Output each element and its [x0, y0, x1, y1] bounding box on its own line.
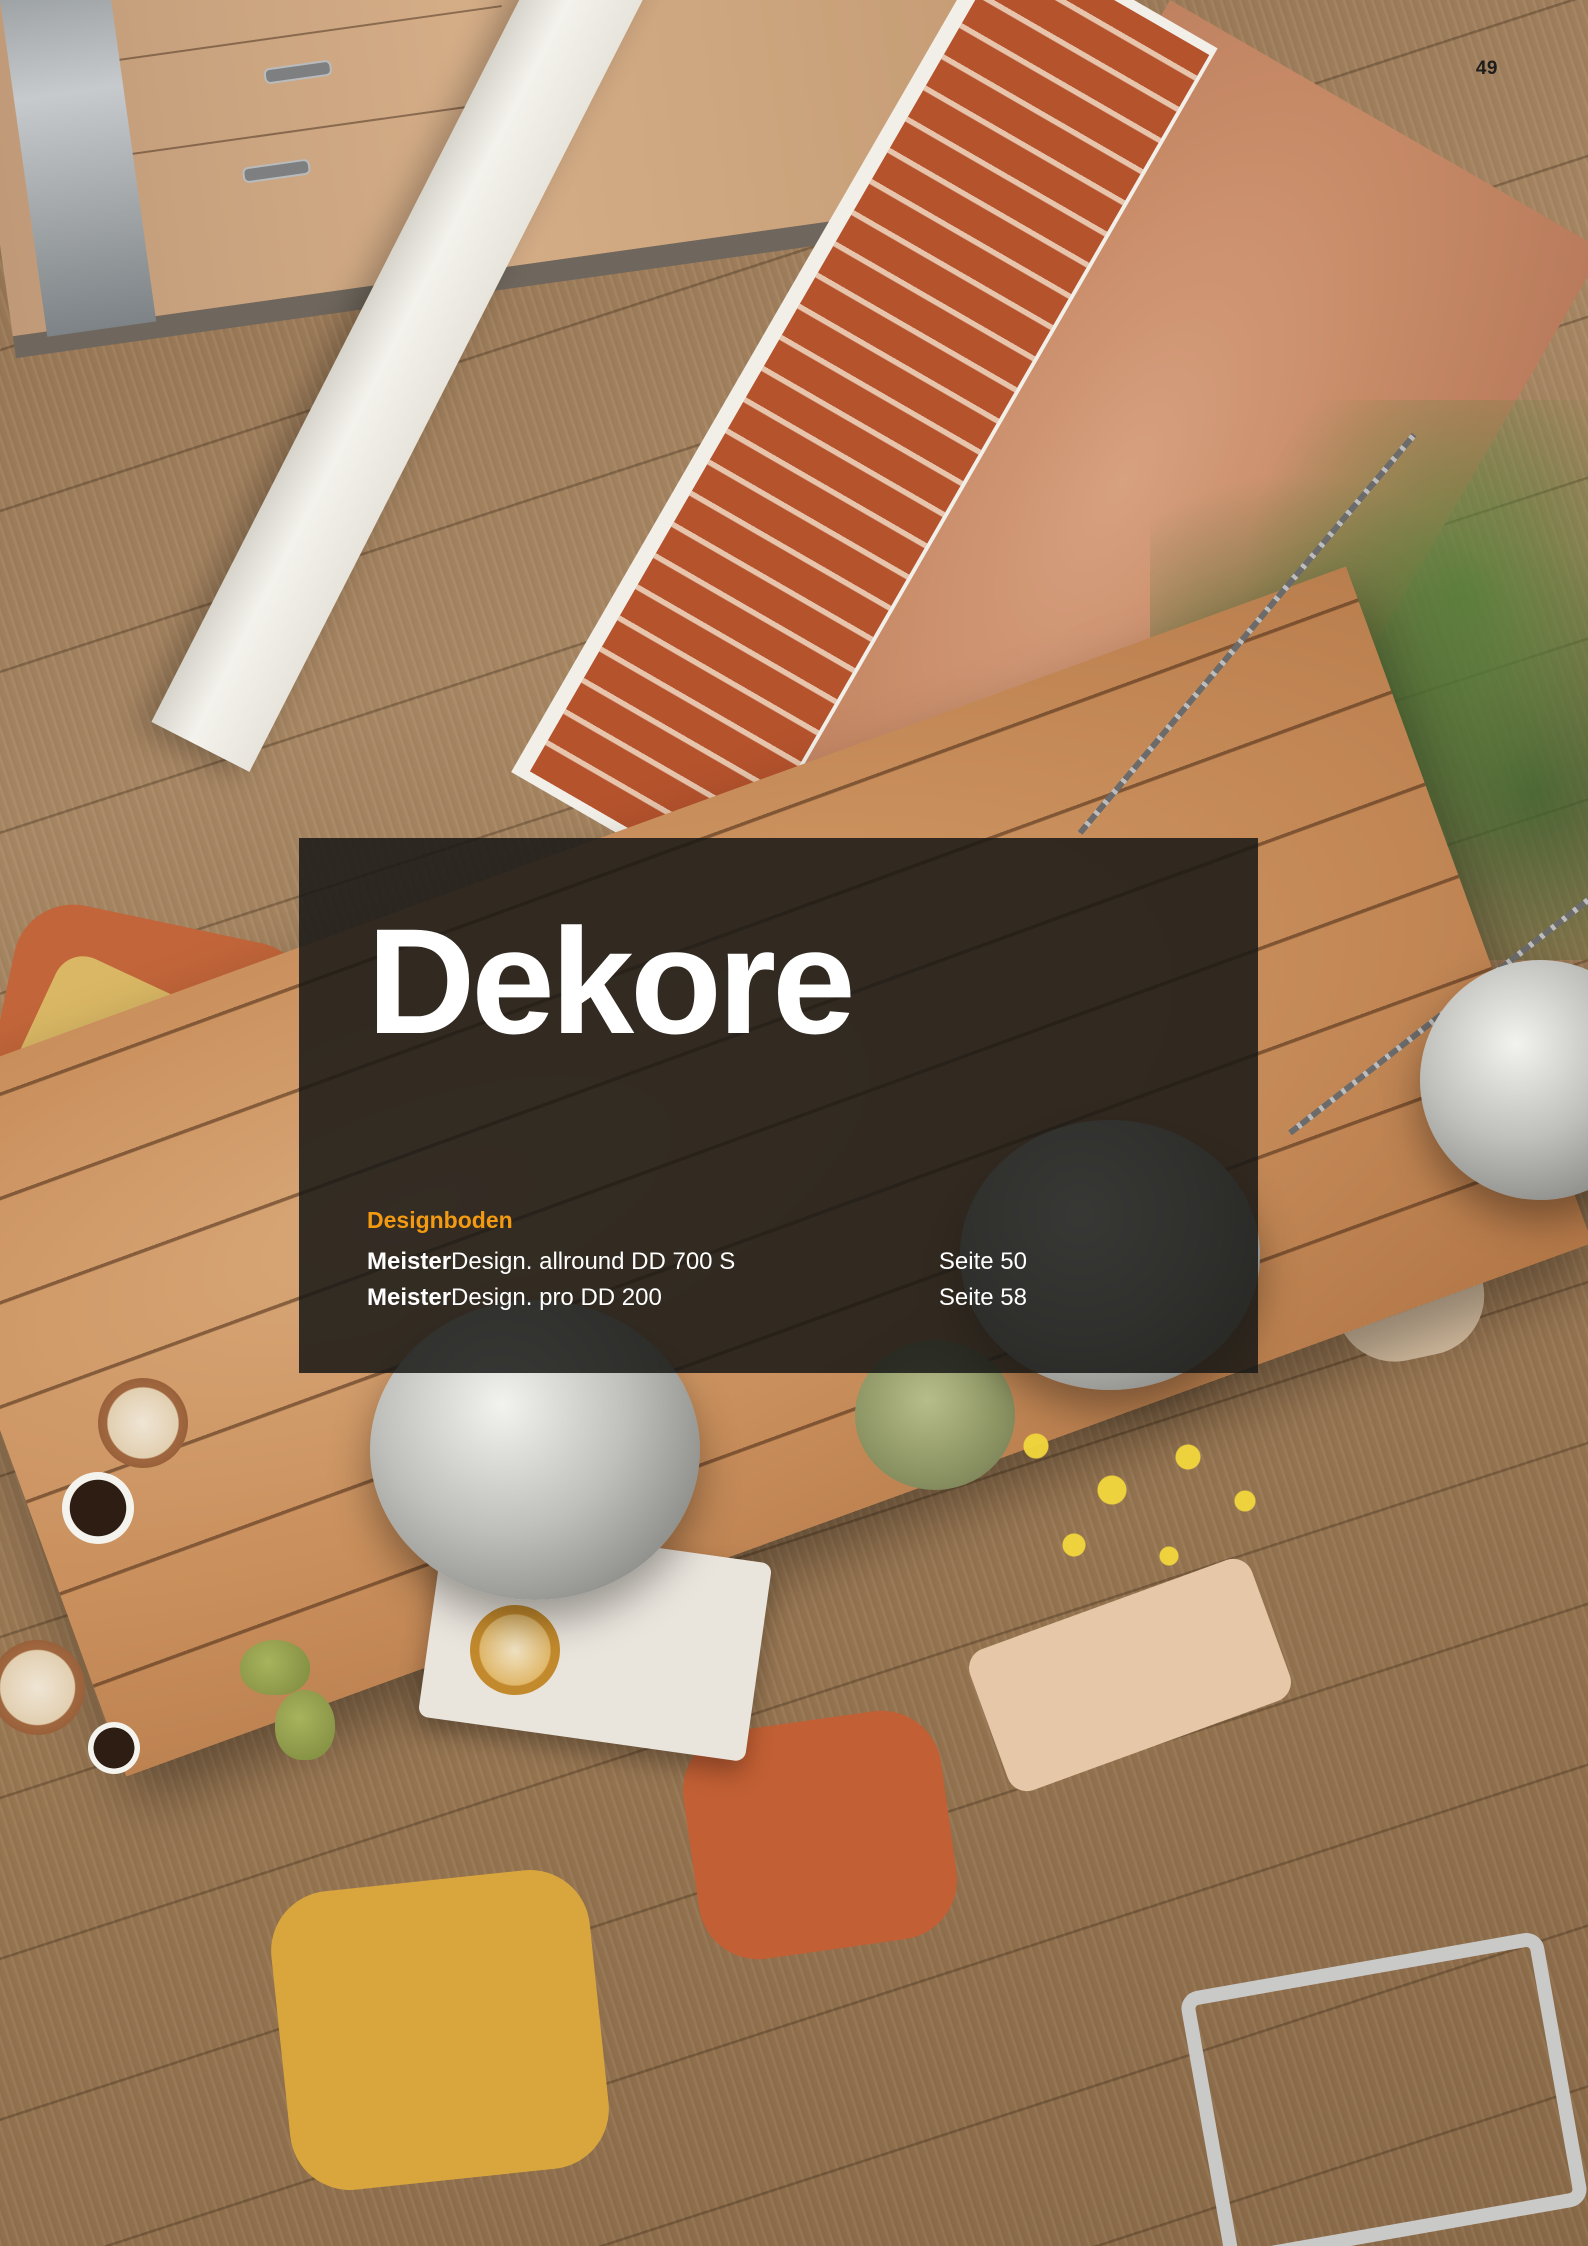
brand-name: Meister: [367, 1284, 452, 1311]
product-line: Design. pro DD 200: [451, 1284, 662, 1311]
product-line: Design. allround DD 700 S: [451, 1248, 736, 1275]
cabinet-handle: [263, 59, 333, 85]
yellow-bowl: [470, 1605, 560, 1695]
product-name: MeisterDesign. allround DD 700 S: [367, 1244, 735, 1280]
cabinet-handle: [241, 158, 312, 184]
pear: [275, 1690, 335, 1760]
page-reference: Seite 50: [938, 1248, 1027, 1275]
page-reference: Seite 58: [938, 1284, 1027, 1311]
coffee-cup: [62, 1472, 134, 1544]
yellow-chair: [265, 1864, 615, 2196]
brand-name: Meister: [367, 1248, 452, 1275]
list-item[interactable]: MeisterDesign. pro DD 200 Seite 58: [367, 1280, 1027, 1316]
product-list: Designboden MeisterDesign. allround DD 7…: [367, 1207, 1027, 1316]
yellow-flowers: [960, 1380, 1340, 1600]
section-title: Dekore: [367, 897, 856, 1065]
category-heading: Designboden: [367, 1207, 513, 1233]
list-item[interactable]: MeisterDesign. allround DD 700 S Seite 5…: [367, 1244, 1027, 1280]
drawer-line: [95, 5, 502, 65]
section-overlay-panel: Dekore Designboden MeisterDesign. allrou…: [299, 838, 1258, 1373]
coffee-cup: [88, 1722, 140, 1774]
cereal-bowl: [98, 1378, 188, 1468]
pear: [240, 1640, 310, 1695]
page-number: 49: [1475, 58, 1498, 79]
product-name: MeisterDesign. pro DD 200: [367, 1280, 662, 1316]
